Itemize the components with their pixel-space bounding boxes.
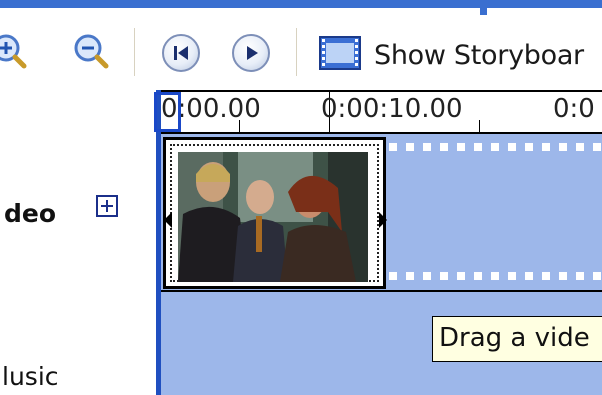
ruler-label-next: 0:0	[553, 94, 595, 124]
rewind-button[interactable]	[162, 34, 200, 72]
zoom-in-button[interactable]	[0, 30, 30, 74]
music-track-label: lusic	[2, 362, 59, 391]
expand-video-track-button[interactable]	[96, 195, 118, 217]
rewind-icon	[174, 46, 188, 60]
play-icon	[247, 46, 258, 60]
clip-selection-outline	[164, 144, 387, 282]
toolbar-separator	[296, 28, 298, 76]
zoom-out-button[interactable]	[68, 30, 112, 74]
show-storyboard-button[interactable]	[318, 34, 362, 72]
zoom-in-icon	[0, 34, 27, 69]
show-storyboard-label[interactable]: Show Storyboar	[374, 40, 584, 71]
film-perforations-bottom	[389, 272, 602, 280]
film-strip-icon	[319, 36, 361, 70]
toolbar-separator	[134, 28, 136, 76]
splitter-notch[interactable]	[480, 0, 487, 15]
ruler-label-10s: 0:00:10.00	[321, 94, 463, 124]
title-bar-stripe	[0, 0, 602, 8]
clip-trim-handle-left[interactable]	[164, 212, 172, 228]
tooltip-text: Drag a vide	[439, 323, 590, 353]
plus-icon-vertical	[106, 200, 108, 212]
drag-hint-tooltip: Drag a vide	[432, 316, 602, 362]
track-labels-column: deo lusic	[0, 84, 156, 395]
film-perforations-top	[389, 143, 602, 151]
zoom-out-icon	[74, 34, 109, 69]
timeline-ruler[interactable]: 0:00.00 0:00:10.00 0:0	[161, 90, 602, 134]
title-bar-strip	[0, 0, 602, 19]
ruler-tick	[479, 120, 480, 134]
clip-thumbnail-image	[178, 152, 368, 282]
clip-thumbnail	[178, 152, 368, 282]
timeline-toolbar: Show Storyboar	[0, 22, 602, 84]
play-button[interactable]	[232, 34, 270, 72]
playhead-indicator[interactable]	[154, 92, 181, 132]
clip-trim-handle-right[interactable]	[379, 212, 387, 228]
video-track-label: deo	[4, 199, 57, 228]
video-clip[interactable]	[163, 137, 387, 289]
